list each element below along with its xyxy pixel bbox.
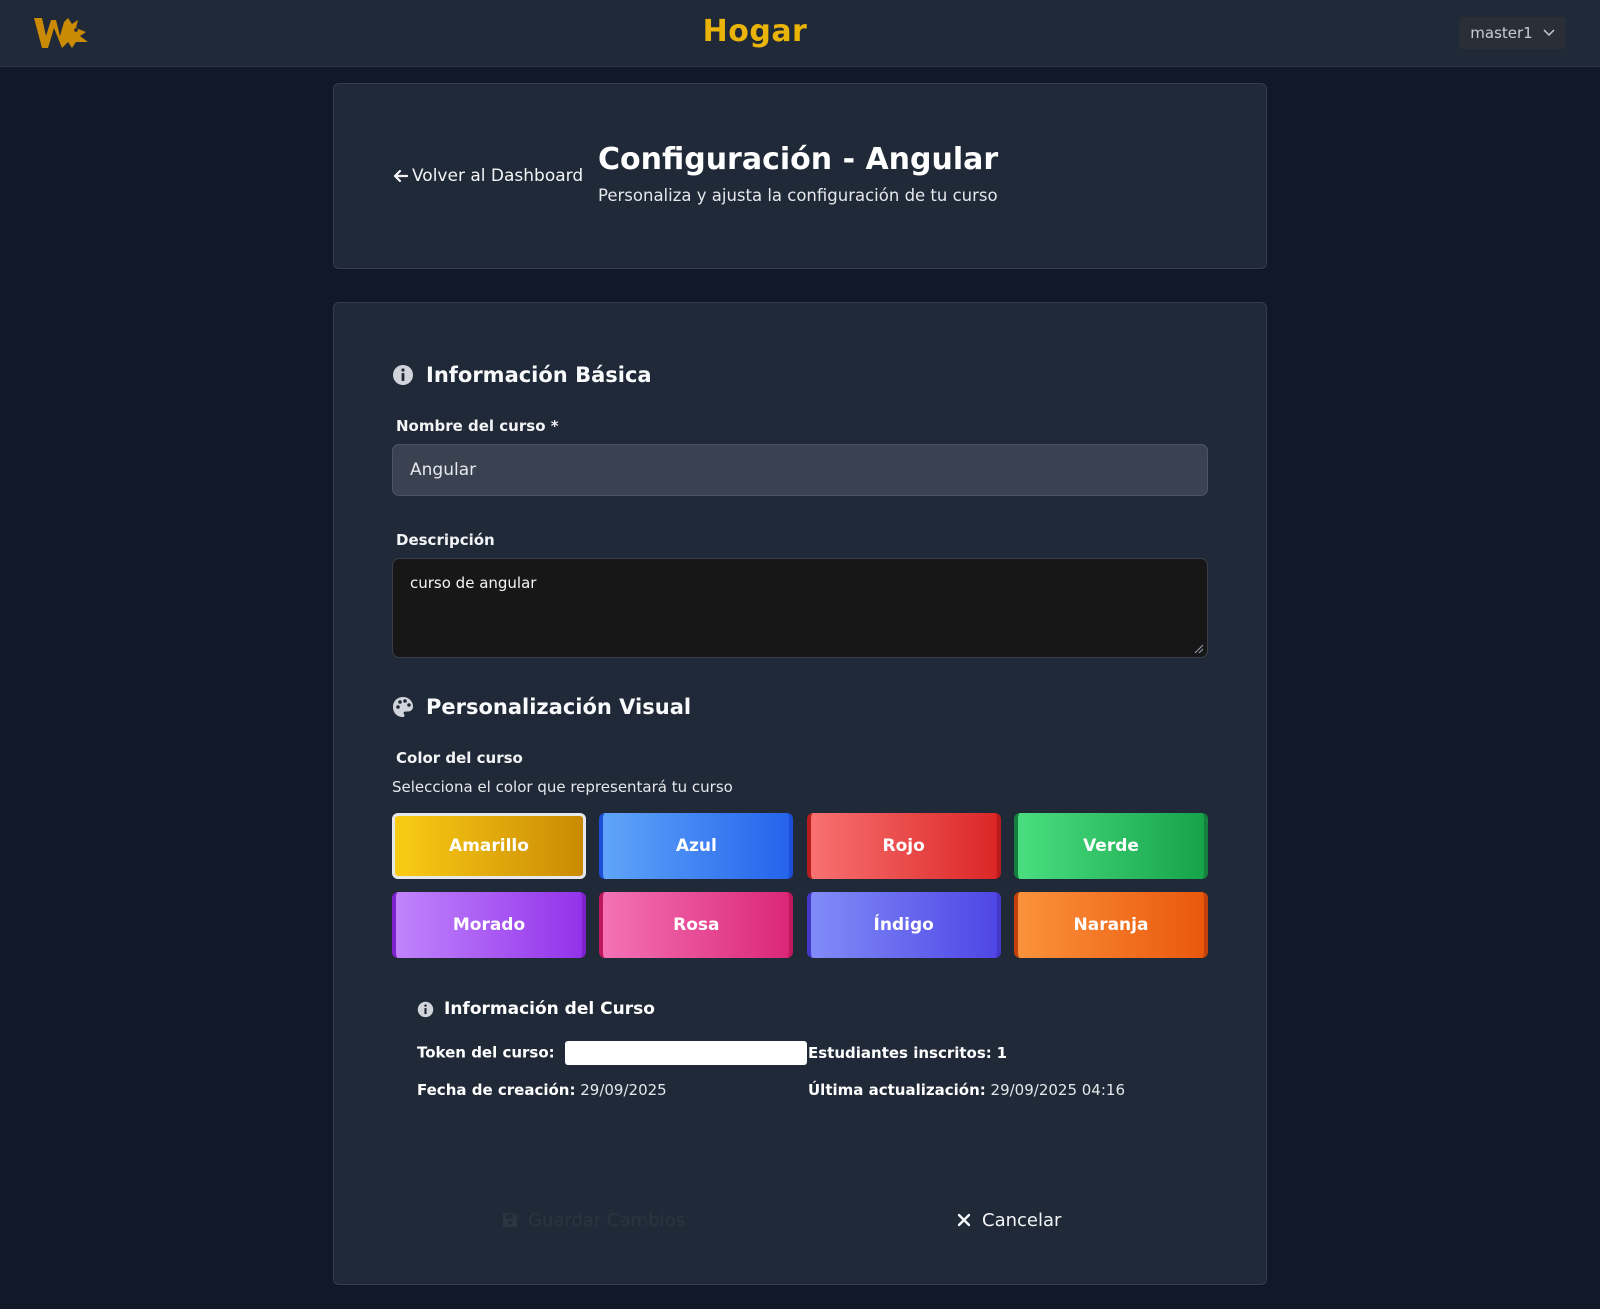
token-label: Token del curso: [417, 1043, 555, 1062]
color-option-indigo[interactable]: Índigo [806, 892, 1001, 958]
arrow-left-icon [393, 169, 408, 183]
close-icon [957, 1213, 971, 1227]
back-link-label: Volver al Dashboard [412, 166, 584, 186]
updated-row: Última actualización: 29/09/2025 04:16 [808, 1081, 1125, 1099]
chevron-down-icon [1543, 29, 1555, 37]
students-row: Estudiantes inscritos: 1 [808, 1044, 1007, 1062]
token-field[interactable] [564, 1041, 807, 1065]
updated-value: 29/09/2025 04:16 [990, 1081, 1125, 1099]
color-option-label: Rojo [882, 836, 925, 856]
created-label: Fecha de creación: [417, 1081, 576, 1099]
color-option-label: Naranja [1073, 915, 1149, 935]
color-option-morado[interactable]: Morado [392, 892, 586, 958]
course-color-hint: Selecciona el color que representará tu … [392, 778, 733, 796]
course-info-title: Información del Curso [417, 999, 655, 1019]
course-info-box: Información del Curso Token del curso: E… [392, 989, 1208, 1109]
floppy-disk-icon [503, 1213, 517, 1227]
visual-title-text: Personalización Visual [426, 695, 692, 719]
page-subtitle: Personaliza y ajusta la configuración de… [598, 186, 998, 205]
save-changes-button[interactable]: Guardar Cambios [502, 1200, 685, 1240]
color-option-naranja[interactable]: Naranja [1013, 892, 1208, 958]
course-name-input[interactable]: Angular [392, 444, 1208, 496]
info-circle-icon [417, 1001, 434, 1017]
color-option-rosa[interactable]: Rosa [599, 892, 794, 958]
description-label: Descripción [396, 531, 495, 549]
save-button-label: Guardar Cambios [528, 1209, 685, 1231]
color-option-verde[interactable]: Verde [1013, 813, 1208, 879]
back-to-dashboard-link[interactable]: Volver al Dashboard [392, 166, 583, 186]
description-textarea[interactable]: curso de angular [392, 558, 1208, 658]
color-option-label: Rosa [673, 915, 720, 935]
course-info-title-text: Información del Curso [444, 999, 655, 1019]
user-menu-label: master1 [1470, 24, 1533, 42]
created-value: 29/09/2025 [580, 1081, 667, 1099]
cancel-button[interactable]: Cancelar [956, 1200, 1061, 1240]
basic-info-title-text: Información Básica [426, 363, 652, 387]
page-title: Configuración - Angular [598, 142, 999, 177]
settings-form-card: Información Básica Nombre del curso * An… [333, 302, 1267, 1285]
color-option-label: Azul [675, 836, 717, 856]
basic-info-section-title: Información Básica [392, 363, 652, 387]
cancel-button-label: Cancelar [982, 1209, 1062, 1231]
top-navbar: Hogar master1 [0, 0, 1600, 67]
header-card: Volver al Dashboard Configuración - Angu… [333, 83, 1267, 269]
resize-grip-icon[interactable] [1192, 642, 1204, 654]
color-option-label: Verde [1083, 836, 1139, 856]
visual-section-title: Personalización Visual [392, 695, 691, 719]
color-option-label: Amarillo [449, 836, 529, 856]
color-option-label: Morado [452, 915, 526, 935]
user-menu-dropdown[interactable]: master1 [1459, 17, 1566, 49]
updated-label: Última actualización: [808, 1081, 986, 1099]
color-option-azul[interactable]: Azul [599, 813, 794, 879]
description-text: curso de angular [410, 574, 537, 592]
color-option-label: Índigo [873, 915, 934, 935]
token-row: Token del curso: [417, 1041, 807, 1065]
course-color-label: Color del curso [396, 749, 523, 767]
app-title: Hogar [702, 14, 808, 49]
students-label: Estudiantes inscritos: [808, 1044, 992, 1062]
color-option-amarillo[interactable]: Amarillo [392, 813, 586, 879]
course-name-label: Nombre del curso * [396, 417, 559, 435]
students-value: 1 [996, 1044, 1007, 1062]
color-option-rojo[interactable]: Rojo [806, 813, 1001, 879]
created-row: Fecha de creación: 29/09/2025 [417, 1081, 667, 1099]
info-circle-icon [393, 365, 413, 385]
palette-icon [393, 697, 413, 717]
